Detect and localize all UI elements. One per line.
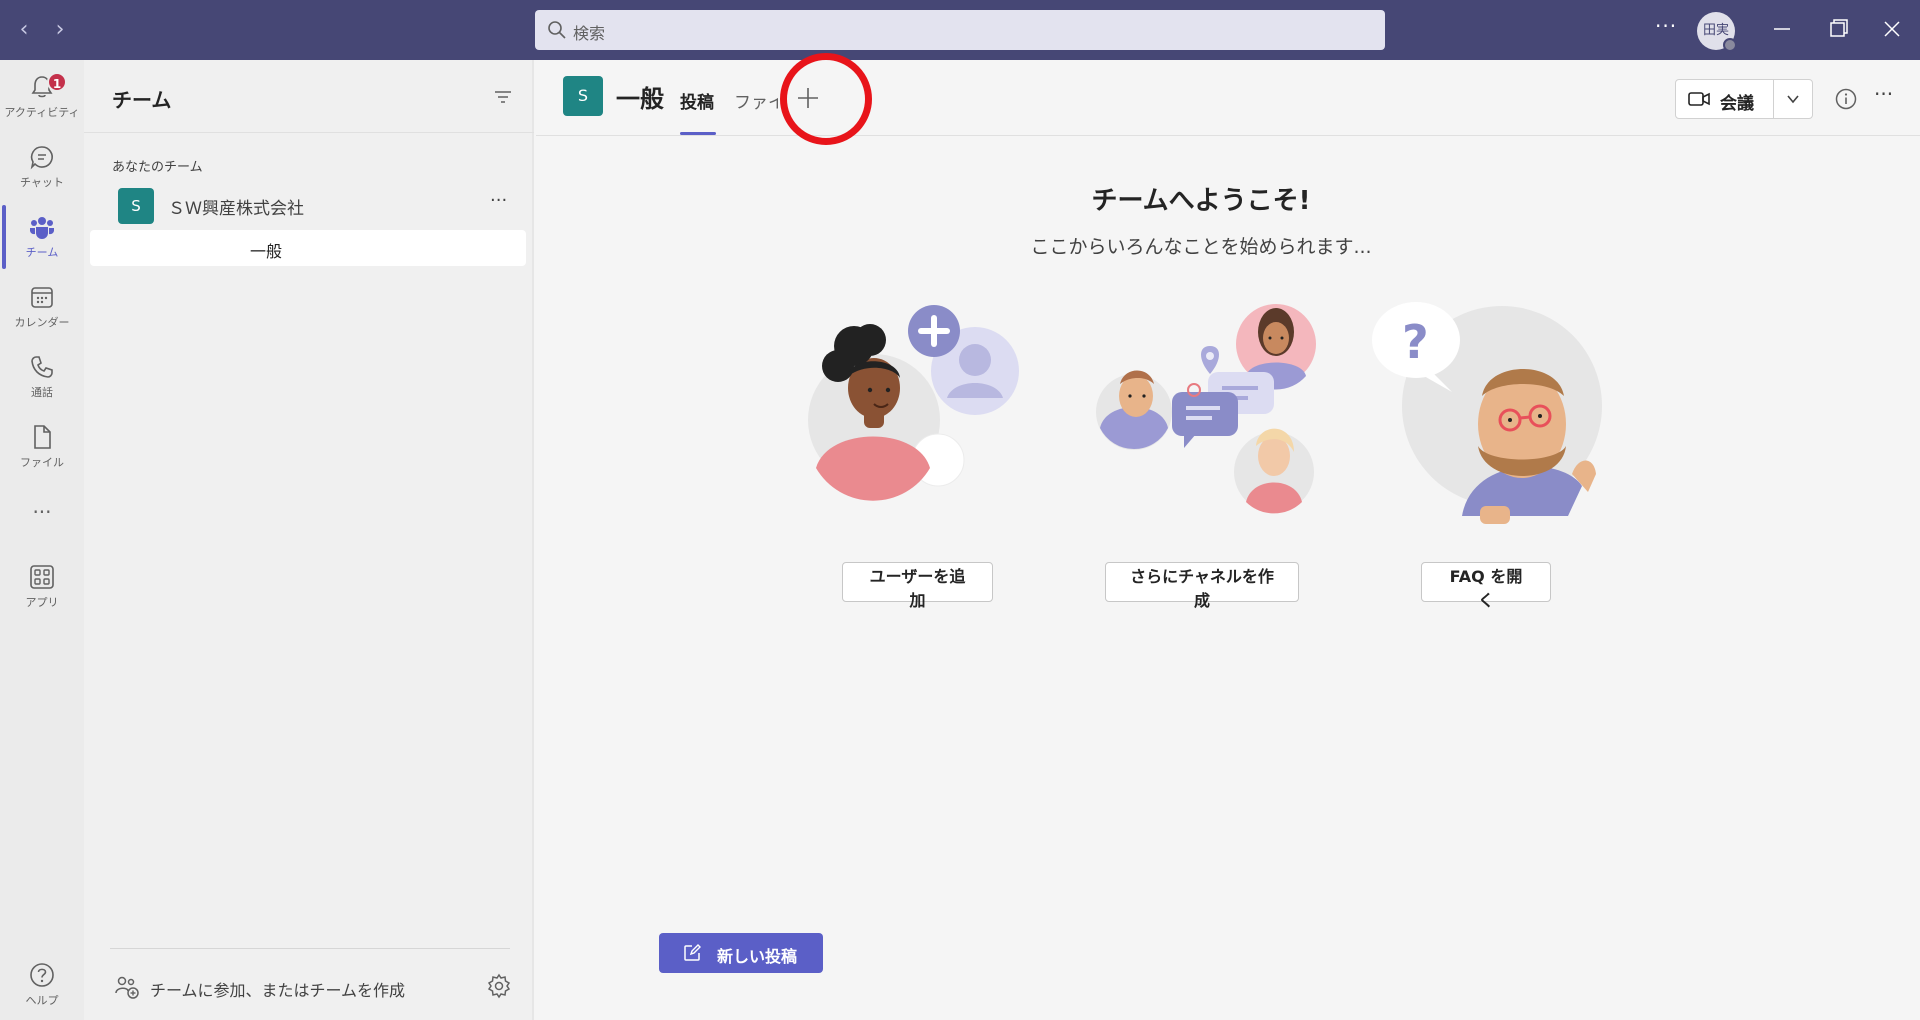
channel-team-avatar: S	[563, 76, 603, 116]
create-channel-button[interactable]: さらにチャネルを作成	[1105, 562, 1299, 610]
rail-label: チーム	[25, 246, 59, 259]
minimize-icon[interactable]	[1768, 14, 1796, 44]
teams-panel: チーム あなたのチーム S ＳＷ興産株式会社 ··· 一般 チームに参加、または…	[84, 60, 534, 1020]
meet-label: 会議	[1720, 94, 1754, 114]
tab-files[interactable]: ファイル	[734, 88, 778, 113]
main-content: S 一般 投稿 ファイル 会議 ··· チームへようこそ! ここからいろんなこと…	[536, 53, 1920, 1020]
compose-icon	[684, 944, 701, 961]
new-post-button[interactable]: 新しい投稿	[659, 933, 823, 973]
filter-icon[interactable]	[492, 86, 514, 108]
team-name: ＳＷ興産株式会社	[168, 199, 304, 219]
rail-label: アプリ	[25, 596, 59, 609]
rail-item-teams[interactable]: チーム	[0, 206, 84, 272]
team-more-icon[interactable]: ···	[490, 190, 507, 211]
header-more-icon[interactable]: ···	[1874, 82, 1893, 106]
faq-illustration: ?	[1372, 302, 1602, 524]
phone-icon	[31, 356, 53, 378]
more-options-icon[interactable]: ···	[1655, 14, 1679, 44]
rail-label: カレンダー	[14, 316, 70, 329]
tab-posts[interactable]: 投稿	[680, 88, 714, 113]
rail-item-help[interactable]: ヘルプ	[0, 954, 84, 1020]
people-add-icon	[115, 976, 139, 999]
restore-icon[interactable]	[1824, 14, 1852, 44]
panel-divider	[84, 132, 534, 133]
search-icon	[548, 21, 566, 39]
svg-text:?: ?	[1402, 315, 1429, 369]
rail-item-calendar[interactable]: カレンダー	[0, 276, 84, 342]
channel-item-general[interactable]: 一般	[90, 230, 526, 266]
panel-title: チーム	[112, 88, 172, 112]
add-user-button[interactable]: ユーザーを追加	[842, 562, 993, 610]
close-icon[interactable]	[1878, 14, 1906, 44]
teams-icon	[30, 217, 54, 239]
rail-label: 通話	[31, 386, 53, 399]
rail-label: アクティビティ	[4, 106, 80, 119]
app-rail: 1 アクティビティ チャット チーム カレンダー 通話 ファイル ··· アプリ…	[0, 60, 84, 1020]
meet-split-divider	[1773, 80, 1774, 118]
title-bar: ‹ › 検索 ··· 田実	[0, 0, 1920, 60]
panel-bottom-divider	[110, 948, 510, 949]
team-row[interactable]: S ＳＷ興産株式会社 ···	[84, 182, 534, 226]
channel-header: S 一般 投稿 ファイル 会議 ···	[536, 53, 1920, 145]
channel-title: 一般	[616, 85, 664, 113]
activity-badge: 1	[47, 72, 67, 92]
rail-label: ヘルプ	[25, 994, 59, 1007]
meet-button[interactable]: 会議	[1675, 79, 1813, 119]
search-input[interactable]: 検索	[535, 10, 1385, 50]
search-placeholder: 検索	[573, 24, 606, 43]
help-icon	[30, 963, 54, 987]
join-text: チームに参加、またはチームを作成	[150, 981, 406, 1000]
rail-item-chat[interactable]: チャット	[0, 136, 84, 202]
welcome-subtitle: ここからいろんなことを始められます...	[1030, 236, 1372, 258]
rail-more-apps[interactable]: ···	[0, 496, 84, 536]
apps-icon	[30, 565, 54, 589]
open-faq-button[interactable]: FAQ を開く	[1421, 562, 1551, 610]
rail-item-files[interactable]: ファイル	[0, 416, 84, 482]
join-or-create-team[interactable]: チームに参加、またはチームを作成	[114, 972, 514, 1002]
tab-active-underline	[680, 132, 716, 135]
rail-item-activity[interactable]: 1 アクティビティ	[0, 66, 84, 132]
rail-label: ファイル	[20, 456, 64, 469]
new-post-label: 新しい投稿	[717, 947, 798, 966]
presence-status-icon	[1723, 38, 1737, 52]
channel-name: 一般	[250, 242, 283, 261]
rail-item-calls[interactable]: 通話	[0, 346, 84, 412]
calendar-icon	[31, 287, 53, 308]
user-avatar[interactable]: 田実	[1697, 12, 1737, 52]
add-user-illustration	[808, 305, 1019, 501]
video-camera-icon	[1688, 92, 1710, 106]
chat-icon	[30, 146, 53, 170]
rail-item-apps[interactable]: アプリ	[0, 556, 84, 622]
more-icon: ···	[32, 500, 52, 524]
team-avatar: S	[118, 188, 154, 224]
info-icon[interactable]	[1834, 87, 1858, 111]
create-channel-illustration	[1096, 304, 1316, 514]
back-arrow-icon[interactable]: ‹	[10, 16, 38, 44]
highlight-annotation-circle	[780, 53, 872, 145]
section-label: あなたのチーム	[112, 160, 203, 175]
rail-label: チャット	[20, 176, 64, 189]
welcome-title: チームへようこそ!	[1091, 186, 1311, 216]
forward-arrow-icon[interactable]: ›	[46, 16, 74, 44]
user-initials: 田実	[1702, 23, 1729, 38]
gear-icon[interactable]	[486, 973, 512, 999]
file-icon	[34, 425, 51, 449]
chevron-down-icon[interactable]	[1784, 90, 1802, 108]
